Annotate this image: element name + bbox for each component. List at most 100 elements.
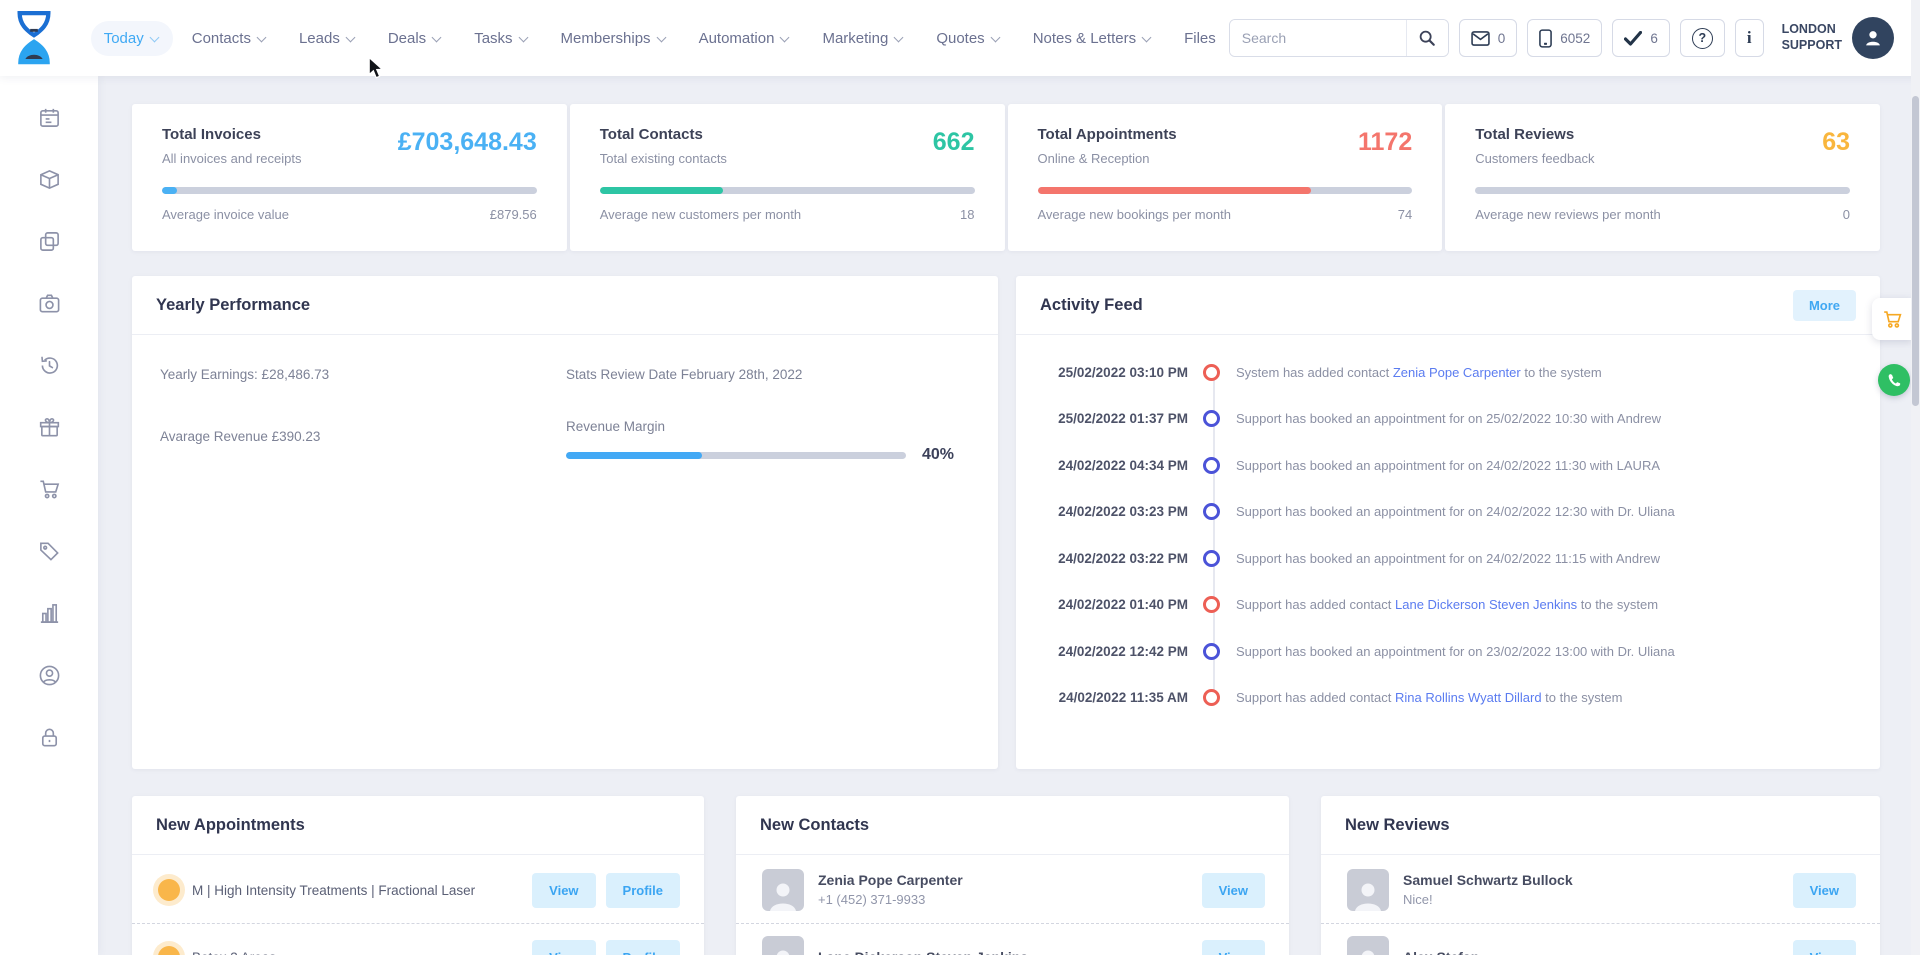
stats-cards-row: Total Invoices All invoices and receipts… (132, 104, 1880, 251)
sidebar-report-icon[interactable] (25, 589, 73, 637)
chevron-down-icon (347, 32, 356, 41)
info-button[interactable]: i (1735, 19, 1764, 57)
activity-feed-list: 25/02/2022 03:10 PM System has added con… (1016, 335, 1880, 721)
panel-title: New Contacts (760, 816, 869, 835)
app-logo[interactable] (0, 10, 69, 66)
profile-button[interactable]: Profile (606, 873, 680, 908)
more-button[interactable]: More (1793, 290, 1856, 321)
feed-text: Support has added contact Lane Dickerson… (1236, 597, 1658, 612)
feed-timestamp: 24/02/2022 11:35 AM (1016, 690, 1188, 705)
menu-item-files[interactable]: Files (1171, 21, 1229, 56)
menu-item-quotes[interactable]: Quotes (923, 21, 1013, 56)
view-button[interactable]: View (1202, 940, 1265, 955)
menu-item-marketing[interactable]: Marketing (809, 21, 917, 56)
sidebar-package-icon[interactable] (25, 155, 73, 203)
stat-card-appointments: Total Appointments Online & Reception 11… (1008, 104, 1443, 251)
status-dot-icon (158, 946, 180, 955)
feed-timestamp: 24/02/2022 12:42 PM (1016, 644, 1188, 659)
contact-link[interactable]: Zenia Pope Carpenter (1393, 365, 1521, 380)
review-row: Samuel Schwartz Bullock Nice! View (1321, 857, 1880, 923)
card-subtitle: All invoices and receipts (162, 151, 301, 166)
menu-label: Leads (299, 30, 340, 47)
left-sidebar (0, 76, 98, 955)
contact-link[interactable]: Rina Rollins Wyatt Dillard (1395, 690, 1542, 705)
reviewer-name: Samuel Schwartz Bullock (1403, 870, 1573, 890)
sidebar-account-icon[interactable] (25, 651, 73, 699)
feed-marker-red-icon (1203, 596, 1220, 613)
person-placeholder-icon (1351, 946, 1385, 955)
search-input[interactable] (1230, 20, 1406, 56)
feed-timestamp: 24/02/2022 04:34 PM (1016, 458, 1188, 473)
appointment-title: M | High Intensity Treatments | Fraction… (192, 883, 475, 898)
sms-count: 6052 (1560, 31, 1590, 46)
feed-text: Support has booked an appointment for on… (1236, 644, 1675, 659)
feed-text: Support has booked an appointment for on… (1236, 458, 1660, 473)
sidebar-camera-icon[interactable] (25, 279, 73, 327)
user-avatar[interactable] (1852, 17, 1894, 59)
menu-label: Notes & Letters (1033, 30, 1136, 47)
card-footer-value: 0 (1843, 207, 1850, 222)
view-button[interactable]: View (1202, 873, 1265, 908)
view-button[interactable]: View (532, 873, 595, 908)
floating-cart-button[interactable] (1872, 298, 1912, 340)
card-title: Total Contacts (600, 126, 727, 143)
help-button[interactable]: ? (1680, 19, 1725, 57)
whatsapp-phone-icon (1886, 372, 1903, 389)
menu-item-automation[interactable]: Automation (686, 21, 804, 56)
revenue-margin-label: Revenue Margin (566, 419, 954, 434)
tasks-button[interactable]: 6 (1612, 19, 1670, 57)
crm-dashboard: Today Contacts Leads Deals Tasks Members… (0, 0, 1920, 955)
stat-card-invoices: Total Invoices All invoices and receipts… (132, 104, 567, 251)
card-title: Total Reviews (1475, 126, 1594, 143)
contact-link[interactable]: Lane Dickerson Steven Jenkins (1395, 597, 1577, 612)
user-name: LONDON SUPPORT (1782, 22, 1842, 53)
review-row: Alex Stefan View (1321, 923, 1880, 955)
sidebar-history-icon[interactable] (25, 341, 73, 389)
contact-phone: +1 (452) 371-9933 (818, 891, 963, 910)
menu-item-deals[interactable]: Deals (375, 21, 455, 56)
search-button[interactable] (1406, 20, 1448, 56)
feed-text: Support has added contact Rina Rollins W… (1236, 690, 1622, 705)
sms-button[interactable]: 6052 (1527, 19, 1602, 57)
menu-item-today[interactable]: Today (91, 21, 173, 56)
view-button[interactable]: View (1793, 940, 1856, 955)
menu-item-contacts[interactable]: Contacts (179, 21, 280, 56)
profile-button[interactable]: Profile (606, 940, 680, 955)
view-button[interactable]: View (532, 940, 595, 955)
feed-item: 25/02/2022 03:10 PM System has added con… (1016, 349, 1880, 396)
feed-item: 24/02/2022 03:23 PM Support has booked a… (1016, 489, 1880, 536)
sidebar-calendar-icon[interactable] (25, 93, 73, 141)
menu-item-memberships[interactable]: Memberships (548, 21, 680, 56)
card-footer-label: Average new bookings per month (1038, 207, 1231, 222)
menu-item-notes-letters[interactable]: Notes & Letters (1020, 21, 1165, 56)
sidebar-gift-icon[interactable] (25, 403, 73, 451)
feed-text: Support has booked an appointment for on… (1236, 411, 1661, 426)
user-role: SUPPORT (1782, 38, 1842, 54)
sidebar-copy-icon[interactable] (25, 217, 73, 265)
sidebar-lock-icon[interactable] (25, 713, 73, 761)
floating-whatsapp-button[interactable] (1878, 364, 1910, 396)
scrollbar-track[interactable] (1911, 0, 1920, 955)
menu-item-leads[interactable]: Leads (286, 21, 369, 56)
chevron-down-icon (520, 32, 529, 41)
panel-title: Activity Feed (1040, 296, 1143, 315)
reviewer-name: Alex Stefan (1403, 947, 1479, 955)
avatar (762, 869, 804, 911)
contact-name: Lane Dickerson Steven Jenkins (818, 947, 1028, 955)
menu-item-tasks[interactable]: Tasks (461, 21, 541, 56)
view-button[interactable]: View (1793, 873, 1856, 908)
sidebar-tag-icon[interactable] (25, 527, 73, 575)
average-revenue: Avarage Revenue £390.23 (160, 429, 320, 444)
main-menu: Today Contacts Leads Deals Tasks Members… (91, 21, 1229, 56)
menu-label: Quotes (936, 30, 984, 47)
contact-row: Lane Dickerson Steven Jenkins View (736, 923, 1289, 955)
sidebar-cart-icon[interactable] (25, 465, 73, 513)
feed-marker-red-icon (1203, 364, 1220, 381)
menu-label: Today (104, 30, 144, 47)
panel-title: Yearly Performance (156, 296, 310, 315)
messages-button[interactable]: 0 (1459, 19, 1518, 57)
feed-item: 24/02/2022 01:40 PM Support has added co… (1016, 582, 1880, 629)
menu-label: Marketing (822, 30, 888, 47)
panel-title: New Appointments (156, 816, 305, 835)
scrollbar-thumb[interactable] (1912, 96, 1919, 406)
